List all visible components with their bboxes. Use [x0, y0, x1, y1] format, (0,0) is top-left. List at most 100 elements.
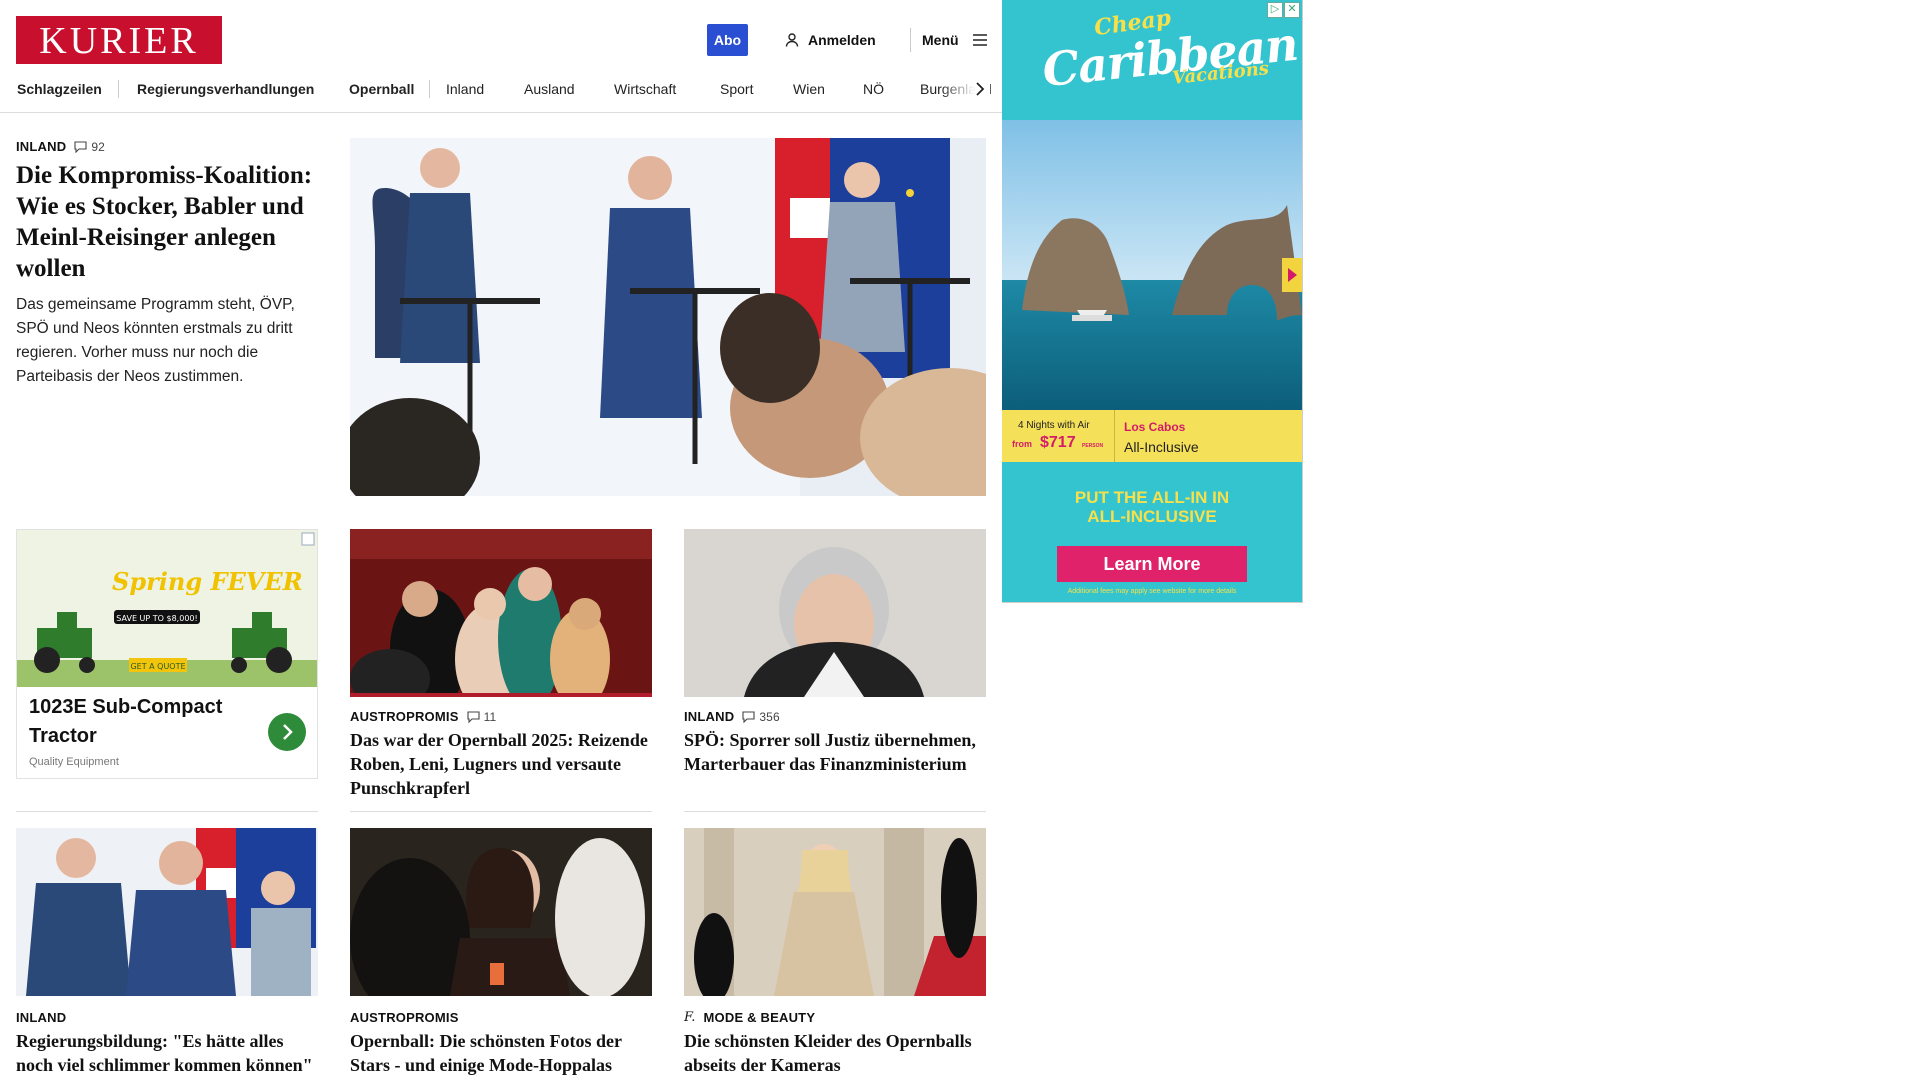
ad-play-button[interactable]: [1282, 258, 1302, 292]
card-image-opernball-fotos[interactable]: [350, 828, 652, 996]
card-headline[interactable]: Regierungsbildung: "Es hätte alles noch …: [16, 1029, 318, 1077]
login-label: Anmelden: [808, 32, 876, 48]
nav-item-ausland[interactable]: Ausland: [524, 72, 575, 112]
nav-item-noe[interactable]: NÖ: [863, 72, 884, 112]
card-comments[interactable]: 356: [742, 710, 780, 724]
ad-nights: 4 Nights with Air: [1018, 420, 1090, 431]
nav-divider: [118, 80, 119, 98]
card-headline[interactable]: Die schönsten Kleider des Opernballs abs…: [684, 1029, 986, 1077]
ad-choices[interactable]: ▷ ✕: [1267, 2, 1300, 18]
tractor-ad-save: SAVE UP TO $8,000!: [116, 614, 197, 623]
ad-from: from: [1012, 439, 1032, 449]
lead-kicker: INLAND 92: [16, 139, 105, 154]
card-headline[interactable]: SPÖ: Sporrer soll Justiz übernehmen, Mar…: [684, 728, 986, 776]
lead-comments[interactable]: 92: [74, 140, 105, 154]
ad-location: Los Cabos: [1124, 420, 1186, 434]
menu-label: Menü: [922, 32, 959, 48]
tractor-ad-go-button[interactable]: [268, 713, 306, 751]
opernball-guest-photo: [350, 828, 652, 996]
card-section[interactable]: INLAND: [684, 709, 734, 724]
lead-teaser[interactable]: Das gemeinsame Programm steht, ÖVP, SPÖ …: [16, 293, 316, 389]
ad-tagline: PUT THE ALL-IN IN ALL-INCLUSIVE: [1002, 488, 1302, 526]
comment-icon: [74, 140, 87, 153]
card-image-opernball[interactable]: [350, 529, 652, 697]
chevron-right-icon: [283, 724, 293, 740]
ballgown-photo: [684, 828, 986, 996]
lead-image[interactable]: [350, 138, 986, 496]
tractor-ad-sponsor: Quality Equipment: [29, 756, 119, 768]
opernball-stars-photo: [350, 529, 652, 697]
ad-fine-print: Additional fees may apply see website fo…: [1067, 588, 1237, 595]
nav-item-schlagzeilen[interactable]: Schlagzeilen: [17, 72, 102, 112]
ad-tagline-line1: PUT THE ALL-IN IN: [1074, 488, 1230, 507]
freizeit-icon: f.: [684, 1010, 696, 1025]
ad-logo-area: Cheap Caribbean Vacations: [1002, 0, 1302, 120]
ad-cta-area: PUT THE ALL-IN IN ALL-INCLUSIVE Learn Mo…: [1002, 462, 1302, 602]
nav-divider: [429, 80, 430, 98]
card-image-kleider[interactable]: [684, 828, 986, 996]
nav-item-wirtschaft[interactable]: Wirtschaft: [614, 72, 676, 112]
abo-button[interactable]: Abo: [707, 24, 748, 56]
card-section[interactable]: AUSTROPROMIS: [350, 709, 459, 724]
tractor-ad-headline: Spring FEVER: [112, 567, 303, 596]
hamburger-icon: [972, 34, 987, 46]
section-nav: Schlagzeilen Regierungsverhandlungen Ope…: [0, 72, 1002, 113]
header-divider: [910, 28, 911, 52]
learn-more-button[interactable]: Learn More: [1057, 546, 1247, 582]
lead-section[interactable]: INLAND: [16, 139, 66, 154]
tractor-ad-cta: GET A QUOTE: [130, 662, 185, 671]
ad-person: PERSON: [1082, 443, 1104, 449]
ad-tagline-line2: ALL-INCLUSIVE: [1087, 507, 1217, 526]
tractor-ad-graphic: Spring FEVER SAVE UP TO $8,000! GET A QU…: [17, 530, 317, 687]
card-comment-count: 11: [483, 709, 497, 724]
nav-item-sport[interactable]: Sport: [720, 72, 753, 112]
tractor-ad-creative[interactable]: Spring FEVER SAVE UP TO $8,000! GET A QU…: [17, 530, 317, 687]
nav-item-wien[interactable]: Wien: [793, 72, 825, 112]
card-section[interactable]: MODE & BEAUTY: [704, 1010, 816, 1025]
card-comments[interactable]: 11: [467, 710, 497, 724]
card-headline[interactable]: Opernball: Die schönsten Fotos der Stars…: [350, 1029, 652, 1077]
comment-icon: [742, 710, 755, 723]
ad-price-left: 4 Nights with Air from $717 PERSON: [1002, 410, 1115, 462]
chevron-right-icon[interactable]: [973, 80, 987, 98]
ad-all-inclusive: All-Inclusive: [1124, 439, 1199, 455]
card-section[interactable]: INLAND: [16, 1010, 66, 1025]
close-icon[interactable]: ✕: [1284, 2, 1300, 18]
los-cabos-arch-photo: [1002, 120, 1302, 410]
card-section[interactable]: AUSTROPROMIS: [350, 1010, 459, 1025]
ad-caribbean-text: Caribbean: [1039, 16, 1301, 98]
card-kicker: INLAND 356: [684, 709, 780, 724]
kurier-logo[interactable]: KURIER: [16, 16, 222, 64]
nav-item-opernball[interactable]: Opernball: [349, 72, 414, 112]
card-divider: [16, 811, 318, 812]
card-kicker: f. MODE & BEAUTY: [684, 1010, 815, 1025]
comment-icon: [467, 710, 480, 723]
lead-headline[interactable]: Die Kompromiss-Koalition: Wie es Stocker…: [16, 160, 316, 284]
politicians-photo: [16, 828, 318, 996]
user-icon: [785, 33, 799, 47]
card-image-spoe[interactable]: [684, 529, 986, 697]
card-comment-count: 356: [759, 709, 780, 724]
tractor-ad[interactable]: Spring FEVER SAVE UP TO $8,000! GET A QU…: [16, 529, 318, 779]
nav-item-regierungsverhandlungen[interactable]: Regierungsverhandlungen: [137, 72, 314, 112]
card-headline[interactable]: Das war der Opernball 2025: Reizende Rob…: [350, 728, 652, 800]
caribbean-vacations-ad[interactable]: Cheap Caribbean Vacations ▷ ✕ 4 Nights w…: [1002, 0, 1303, 603]
lead-comment-count: 92: [91, 139, 106, 154]
card-divider: [350, 811, 652, 812]
login-button[interactable]: Anmelden: [784, 24, 876, 56]
ad-photo[interactable]: [1002, 120, 1302, 410]
card-kicker: AUSTROPROMIS 11: [350, 709, 496, 724]
card-divider: [684, 811, 986, 812]
nav-item-inland[interactable]: Inland: [446, 72, 484, 112]
ad-price-strip: 4 Nights with Air from $717 PERSON Los C…: [1002, 410, 1302, 462]
tractor-ad-title[interactable]: 1023E Sub-Compact Tractor: [29, 693, 239, 751]
press-conference-photo: [350, 138, 986, 496]
kurier-site: KURIER Abo Anmelden Menü Schlagzeilen Re…: [0, 0, 1002, 1080]
menu-button[interactable]: Menü: [922, 24, 989, 56]
adchoices-icon[interactable]: ▷: [1267, 2, 1283, 18]
ad-price: $717: [1040, 434, 1076, 451]
play-icon: [1288, 268, 1297, 282]
portrait-photo: [684, 529, 986, 697]
card-image-regierung[interactable]: [16, 828, 318, 996]
card-kicker: AUSTROPROMIS: [350, 1010, 459, 1025]
